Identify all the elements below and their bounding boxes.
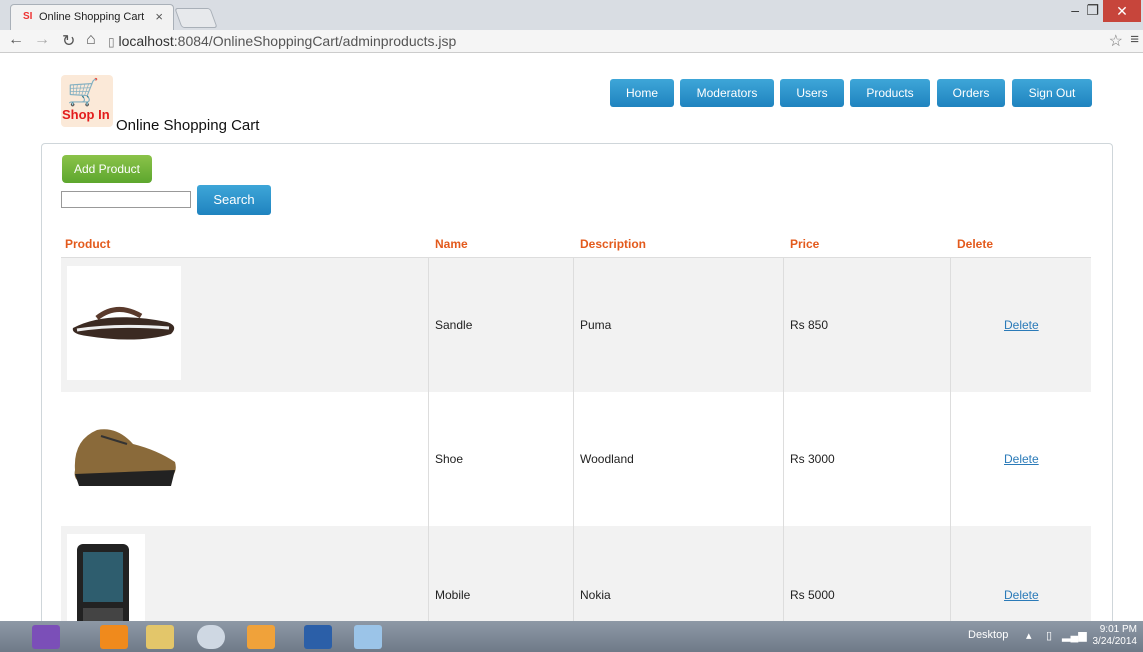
tab-close-icon[interactable]: × bbox=[155, 9, 163, 24]
add-product-button[interactable]: Add Product bbox=[62, 155, 152, 183]
table-row: Shoe Woodland Rs 3000 Delete bbox=[61, 392, 1091, 526]
nav-home[interactable]: Home bbox=[610, 79, 674, 107]
search-button[interactable]: Search bbox=[197, 185, 271, 215]
show-hidden-icons[interactable]: ▴ bbox=[1026, 629, 1032, 642]
url-host: localhost bbox=[118, 33, 174, 49]
clock-date: 3/24/2014 bbox=[1092, 636, 1138, 647]
maximize-icon[interactable]: ❐ bbox=[1086, 2, 1099, 19]
new-tab-button[interactable] bbox=[174, 8, 218, 28]
home-icon[interactable]: ⌂ bbox=[86, 31, 96, 49]
minimize-icon[interactable]: – bbox=[1071, 2, 1079, 18]
word-icon[interactable] bbox=[304, 625, 332, 649]
site-logo[interactable]: 🛒 Shop In bbox=[61, 75, 113, 127]
product-price: Rs 850 bbox=[790, 318, 829, 332]
nav-products[interactable]: Products bbox=[850, 79, 930, 107]
close-window-icon[interactable]: ✕ bbox=[1103, 0, 1141, 22]
forward-icon[interactable]: → bbox=[34, 31, 50, 49]
shoe-image bbox=[67, 400, 181, 514]
address-bar[interactable]: ▯ localhost:8084/OnlineShoppingCart/admi… bbox=[108, 32, 1098, 50]
back-icon[interactable]: ← bbox=[8, 31, 24, 49]
product-name: Sandle bbox=[435, 318, 473, 332]
favicon-icon: SI bbox=[23, 11, 33, 22]
nav-sign-out[interactable]: Sign Out bbox=[1012, 79, 1092, 107]
url-path: :8084/OnlineShoppingCart/adminproducts.j… bbox=[173, 33, 457, 49]
reload-icon[interactable]: ↻ bbox=[62, 31, 75, 51]
delete-link[interactable]: Delete bbox=[1004, 318, 1039, 332]
site-title: Online Shopping Cart bbox=[116, 117, 260, 134]
sublime-icon[interactable] bbox=[247, 625, 275, 649]
visual-studio-icon[interactable] bbox=[32, 625, 60, 649]
bookmark-star-icon[interactable]: ☆ bbox=[1109, 31, 1123, 51]
browser-toolbar: ← → ↻ ⌂ ▯ localhost:8084/OnlineShoppingC… bbox=[0, 30, 1143, 53]
header-price: Price bbox=[790, 237, 820, 251]
nav-moderators[interactable]: Moderators bbox=[680, 79, 774, 107]
logo-text: Shop In bbox=[62, 107, 110, 122]
battery-icon[interactable]: ▯ bbox=[1046, 629, 1052, 642]
product-name: Mobile bbox=[435, 588, 471, 602]
product-description: Woodland bbox=[580, 452, 634, 466]
sandal-image bbox=[67, 266, 181, 380]
system-clock[interactable]: 9:01 PM 3/24/2014 bbox=[1093, 624, 1138, 648]
header-product: Product bbox=[65, 237, 111, 251]
header-delete: Delete bbox=[957, 237, 994, 251]
nav-users[interactable]: Users bbox=[780, 79, 844, 107]
clock-time: 9:01 PM bbox=[1099, 624, 1137, 635]
product-price: Rs 5000 bbox=[790, 588, 835, 602]
virtualbox-icon[interactable] bbox=[354, 625, 382, 649]
search-input[interactable] bbox=[61, 191, 191, 208]
browser-tab[interactable]: SI Online Shopping Cart × bbox=[10, 4, 174, 31]
delete-link[interactable]: Delete bbox=[1004, 588, 1039, 602]
product-name: Shoe bbox=[435, 452, 464, 466]
menu-icon[interactable]: ≡ bbox=[1130, 31, 1139, 48]
header-name: Name bbox=[435, 237, 468, 251]
browser-tabstrip: SI Online Shopping Cart × – ❐ ✕ bbox=[0, 0, 1143, 31]
cart-icon: 🛒 bbox=[67, 77, 100, 107]
page-icon: ▯ bbox=[108, 35, 115, 49]
chrome-icon[interactable] bbox=[197, 625, 225, 649]
product-description: Puma bbox=[580, 318, 612, 332]
delete-link[interactable]: Delete bbox=[1004, 452, 1039, 466]
network-icon[interactable]: ▂▄▆ bbox=[1062, 629, 1087, 642]
table-row: Mobile Nokia Rs 5000 Delete bbox=[61, 526, 1091, 621]
product-price: Rs 3000 bbox=[790, 452, 835, 466]
table-row: Sandle Puma Rs 850 Delete bbox=[61, 258, 1091, 392]
mobile-image bbox=[67, 534, 145, 621]
desktop-toolbar[interactable]: Desktop bbox=[968, 629, 1008, 641]
header-description: Description bbox=[580, 237, 647, 251]
taskbar: Desktop ▴ ▯ ▂▄▆ 9:01 PM 3/24/2014 bbox=[0, 621, 1143, 652]
tab-title: Online Shopping Cart bbox=[39, 11, 145, 23]
nav-orders[interactable]: Orders bbox=[937, 79, 1005, 107]
product-description: Nokia bbox=[580, 588, 611, 602]
file-explorer-icon[interactable] bbox=[146, 625, 174, 649]
vlc-icon[interactable] bbox=[100, 625, 128, 649]
